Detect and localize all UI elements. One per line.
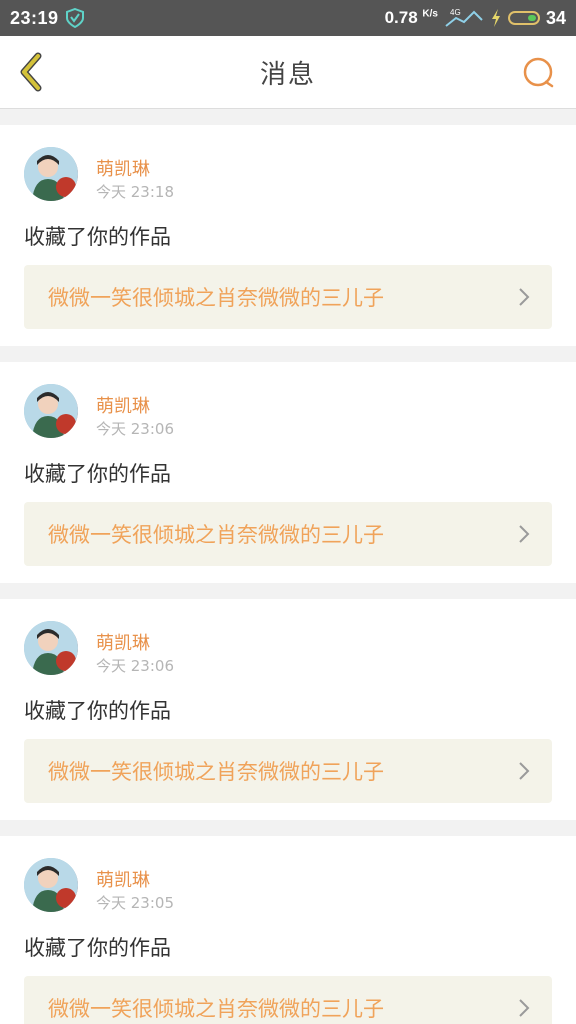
message-action: 收藏了你的作品 — [24, 936, 171, 960]
message-card: 萌凯琳 今天 23:05 收藏了你的作品 微微一笑很倾城之肖奈微微的三儿子 — [0, 836, 576, 1024]
message-action: 收藏了你的作品 — [24, 699, 171, 723]
messages-screen: 23:19 0.78 K/s 4G 34 消息 萌凯琳 今天 23:18 收藏了… — [0, 0, 576, 1024]
signal-4g-icon: 4G — [445, 8, 483, 27]
charging-bolt-icon — [491, 9, 500, 27]
message-time: 今天 23:06 — [96, 657, 174, 675]
message-action: 收藏了你的作品 — [24, 225, 171, 249]
battery-level — [527, 15, 536, 21]
chevron-right-icon — [519, 999, 530, 1017]
chevron-right-icon — [519, 525, 530, 543]
status-bar: 23:19 0.78 K/s 4G 34 — [0, 0, 576, 36]
message-action: 收藏了你的作品 — [24, 462, 171, 486]
username-link[interactable]: 萌凯琳 — [96, 155, 150, 181]
status-time: 23:19 — [10, 7, 59, 28]
chevron-right-icon — [519, 288, 530, 306]
work-link[interactable]: 微微一笑很倾城之肖奈微微的三儿子 — [24, 739, 552, 803]
work-title: 微微一笑很倾城之肖奈微微的三儿子 — [48, 997, 384, 1021]
shield-check-icon — [65, 8, 84, 28]
message-time: 今天 23:06 — [96, 420, 174, 438]
work-title: 微微一笑很倾城之肖奈微微的三儿子 — [48, 286, 384, 310]
battery-percent: 34 — [545, 7, 566, 28]
network-speed-unit: K/s — [422, 8, 438, 20]
avatar[interactable] — [24, 147, 78, 201]
status-right: 0.78 K/s 4G 34 — [385, 6, 566, 30]
search-icon[interactable] — [522, 56, 556, 90]
network-speed-value: 0.78 — [384, 8, 418, 27]
message-time: 今天 23:18 — [96, 183, 174, 201]
page-title: 消息 — [259, 59, 316, 90]
work-link[interactable]: 微微一笑很倾城之肖奈微微的三儿子 — [24, 265, 552, 329]
network-type-label: 4G — [450, 8, 461, 17]
battery-icon — [507, 11, 540, 25]
work-title: 微微一笑很倾城之肖奈微微的三儿子 — [48, 760, 384, 784]
avatar[interactable] — [24, 384, 78, 438]
work-link[interactable]: 微微一笑很倾城之肖奈微微的三儿子 — [24, 976, 552, 1024]
message-list: 萌凯琳 今天 23:18 收藏了你的作品 微微一笑很倾城之肖奈微微的三儿子 萌凯… — [0, 125, 576, 1024]
message-time: 今天 23:05 — [96, 894, 174, 912]
chevron-right-icon — [519, 762, 530, 780]
message-card: 萌凯琳 今天 23:06 收藏了你的作品 微微一笑很倾城之肖奈微微的三儿子 — [0, 362, 576, 583]
username-link[interactable]: 萌凯琳 — [96, 629, 150, 655]
avatar-image — [24, 147, 78, 201]
message-card: 萌凯琳 今天 23:18 收藏了你的作品 微微一笑很倾城之肖奈微微的三儿子 — [0, 125, 576, 346]
message-card: 萌凯琳 今天 23:06 收藏了你的作品 微微一笑很倾城之肖奈微微的三儿子 — [0, 599, 576, 820]
work-title: 微微一笑很倾城之肖奈微微的三儿子 — [48, 523, 384, 547]
username-link[interactable]: 萌凯琳 — [96, 392, 150, 418]
network-speed: 0.78 K/s — [385, 8, 438, 28]
avatar-image — [24, 621, 78, 675]
back-arrow-icon[interactable] — [12, 50, 52, 94]
work-link[interactable]: 微微一笑很倾城之肖奈微微的三儿子 — [24, 502, 552, 566]
avatar[interactable] — [24, 858, 78, 912]
avatar-image — [24, 384, 78, 438]
username-link[interactable]: 萌凯琳 — [96, 866, 150, 892]
avatar[interactable] — [24, 621, 78, 675]
app-header: 消息 — [0, 36, 576, 109]
status-left: 23:19 — [10, 8, 85, 29]
avatar-image — [24, 858, 78, 912]
